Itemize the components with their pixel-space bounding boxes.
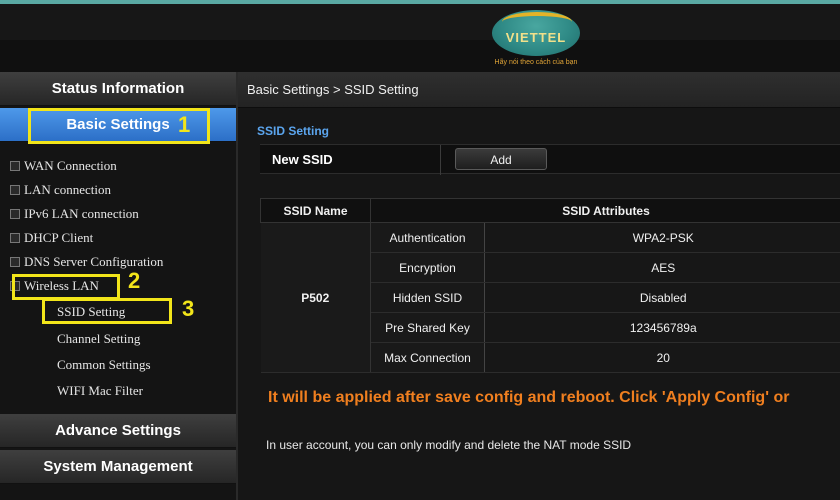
- sidebar-status-information[interactable]: Status Information: [0, 72, 236, 106]
- breadcrumb: Basic Settings > SSID Setting: [238, 72, 840, 108]
- attribute-label: Pre Shared Key: [370, 312, 485, 343]
- attribute-value: 123456789a: [484, 312, 840, 343]
- highlight-box-ssid-setting: [42, 298, 172, 324]
- sidebar-item-dhcp-client[interactable]: DHCP Client: [10, 230, 93, 246]
- column-header-ssid-attributes: SSID Attributes: [370, 198, 840, 223]
- attribute-value: WPA2-PSK: [484, 222, 840, 253]
- sidebar-item-label: IPv6 LAN connection: [24, 206, 139, 221]
- highlight-box-wireless-lan: [12, 274, 120, 300]
- attribute-label: Authentication: [370, 222, 485, 253]
- warning-message: It will be applied after save config and…: [268, 389, 790, 406]
- info-note: In user account, you can only modify and…: [266, 438, 632, 452]
- add-ssid-button[interactable]: Add: [455, 148, 547, 170]
- logo-text: VIETTEL: [505, 30, 567, 45]
- sidebar-subitem-wifi-mac-filter[interactable]: WIFI Mac Filter: [57, 383, 143, 399]
- section-title: SSID Setting: [257, 124, 330, 138]
- attribute-label: Hidden SSID: [370, 282, 485, 313]
- folder-icon: [10, 209, 20, 219]
- sidebar-advance-settings[interactable]: Advance Settings: [0, 414, 236, 448]
- attribute-value: AES: [484, 252, 840, 283]
- folder-icon: [10, 161, 20, 171]
- sidebar-item-label: LAN connection: [24, 182, 112, 197]
- sidebar-item-label: DNS Server Configuration: [24, 254, 164, 269]
- column-header-ssid-name: SSID Name: [260, 198, 371, 223]
- new-ssid-row: New SSID Add: [260, 144, 840, 175]
- sidebar-subitem-common-settings[interactable]: Common Settings: [57, 357, 151, 373]
- table-row: P502 Authentication WPA2-PSK: [260, 222, 840, 373]
- sidebar-subitem-channel-setting[interactable]: Channel Setting: [57, 331, 140, 347]
- attribute-label: Max Connection: [370, 342, 485, 373]
- top-banner: VIETTEL Hãy nói theo cách của bạn: [0, 0, 840, 74]
- new-ssid-label: New SSID: [272, 152, 333, 167]
- sidebar-system-management[interactable]: System Management: [0, 450, 236, 484]
- folder-icon: [10, 257, 20, 267]
- step-number-2: 2: [128, 268, 141, 293]
- logo-swoosh: [502, 12, 572, 32]
- folder-icon: [10, 233, 20, 243]
- main-panel: Basic Settings > SSID Setting SSID Setti…: [236, 72, 840, 500]
- attribute-value: 20: [484, 342, 840, 373]
- attribute-value: Disabled: [484, 282, 840, 313]
- sidebar-item-label: WAN Connection: [24, 158, 117, 173]
- step-number-1: 1: [178, 112, 191, 137]
- attribute-label: Encryption: [370, 252, 485, 283]
- ssid-name-cell[interactable]: P502: [260, 222, 371, 373]
- viettel-logo: VIETTEL Hãy nói theo cách của bạn: [488, 8, 584, 66]
- logo-slogan: Hãy nói theo cách của bạn: [494, 59, 578, 66]
- sidebar-item-ipv6-lan-connection[interactable]: IPv6 LAN connection: [10, 206, 139, 222]
- ssid-table: SSID Name SSID Attributes P502 Authentic…: [260, 198, 840, 373]
- step-number-3: 3: [182, 296, 195, 321]
- sidebar-item-wan-connection[interactable]: WAN Connection: [10, 158, 117, 174]
- sidebar-item-lan-connection[interactable]: LAN connection: [10, 182, 111, 198]
- sidebar-item-dns-server-configuration[interactable]: DNS Server Configuration: [10, 254, 163, 270]
- banner-band: [0, 40, 840, 74]
- sidebar: Status Information Basic Settings WAN Co…: [0, 72, 236, 500]
- row-divider: [440, 145, 441, 175]
- folder-icon: [10, 185, 20, 195]
- sidebar-item-label: DHCP Client: [24, 230, 94, 245]
- table-header-row: SSID Name SSID Attributes: [260, 198, 840, 223]
